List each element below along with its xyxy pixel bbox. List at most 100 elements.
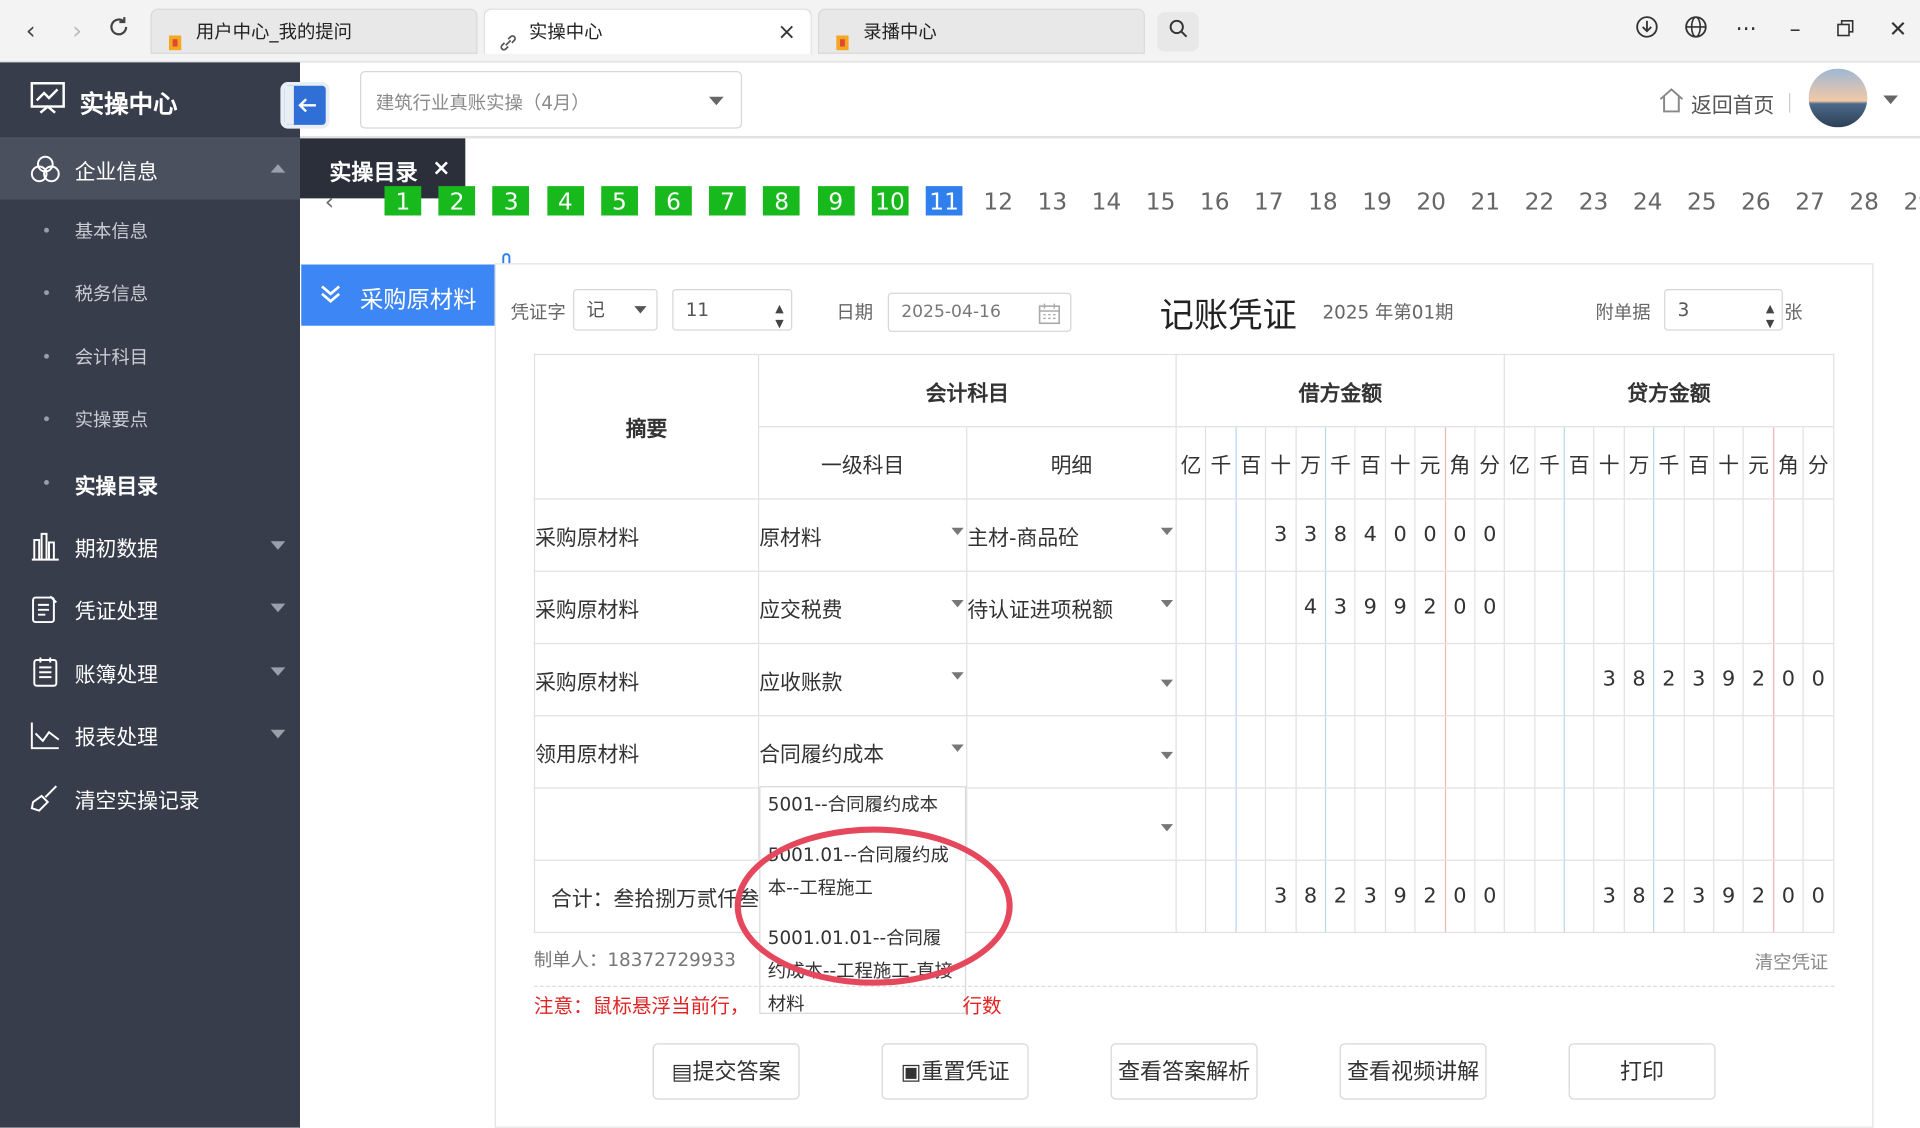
spin-down-icon[interactable]: ▼ [775, 305, 783, 344]
course-select[interactable]: 建筑行业真账实操（4月） [360, 71, 743, 129]
question-number-15[interactable]: 15 [1142, 186, 1179, 216]
close-window-icon[interactable]: ✕ [1882, 15, 1914, 47]
globe-icon[interactable] [1680, 15, 1712, 47]
sidebar-item-company-info[interactable]: 企业信息 [0, 137, 301, 200]
download-icon[interactable] [1631, 15, 1663, 47]
minimize-icon[interactable]: – [1779, 15, 1811, 47]
close-icon[interactable]: × [432, 156, 450, 182]
prev-page-icon[interactable]: ‹ [317, 186, 341, 216]
account-select[interactable]: 原材料 [757, 498, 968, 572]
back-icon[interactable]: ‹ [15, 15, 47, 47]
question-number-8[interactable]: 8 [763, 186, 801, 216]
clear-voucher-link[interactable]: 清空凭证 [1755, 949, 1828, 975]
account-select[interactable]: 应交税费 [757, 570, 968, 645]
question-number-18[interactable]: 18 [1305, 186, 1342, 216]
browser-tab-recording[interactable]: 录播中心 [817, 8, 1145, 54]
question-number-28[interactable]: 28 [1846, 186, 1883, 216]
question-number-1[interactable]: 1 [384, 186, 422, 216]
summary-cell[interactable]: 领用原材料 [533, 715, 760, 789]
question-number-10[interactable]: 10 [871, 186, 909, 216]
detail-select[interactable] [966, 787, 1177, 861]
question-number-21[interactable]: 21 [1467, 186, 1504, 216]
question-number-11[interactable]: 11 [925, 186, 963, 216]
close-tab-icon[interactable]: × [777, 10, 795, 54]
reset-voucher-button[interactable]: ▣重置凭证 [881, 1043, 1029, 1100]
question-number-25[interactable]: 25 [1683, 186, 1720, 216]
question-number-7[interactable]: 7 [709, 186, 746, 216]
attachments-input[interactable]: 3 ▲ ▼ [1664, 288, 1783, 331]
voucher-row[interactable]: 采购原材料 原材料 主材-商品砼 3 3 8 4 0 0 0 0 [533, 498, 1834, 572]
home-link[interactable]: 返回首页 [1691, 88, 1774, 118]
question-number-12[interactable]: 12 [980, 186, 1017, 216]
print-button[interactable]: 打印 [1568, 1043, 1716, 1100]
detail-select[interactable]: 主材-商品砼 [966, 498, 1177, 572]
sidebar-item-reports[interactable]: 报表处理 [0, 703, 300, 765]
question-number-17[interactable]: 17 [1250, 186, 1287, 216]
account-option[interactable]: 5001--合同履约成本 [760, 787, 964, 824]
sidebar-item-clear-records[interactable]: 清空实操记录 [0, 767, 300, 829]
sidebar-item-ledgers[interactable]: 账簿处理 [0, 640, 300, 702]
question-number-26[interactable]: 26 [1738, 186, 1775, 216]
browser-tab-questions[interactable]: 用户中心_我的提问 [150, 8, 478, 54]
question-number-20[interactable]: 20 [1413, 186, 1450, 216]
question-number-6[interactable]: 6 [655, 186, 692, 216]
sidebar-collapse-button[interactable] [280, 82, 330, 129]
submit-answer-button[interactable]: ▤提交答案 [652, 1043, 800, 1100]
question-number-4[interactable]: 4 [546, 186, 584, 216]
more-icon[interactable]: ··· [1730, 15, 1762, 47]
view-analysis-button[interactable]: 查看答案解析 [1110, 1043, 1258, 1100]
forward-icon[interactable]: › [61, 15, 93, 47]
voucher-number-input[interactable]: 11 ▲ ▼ [672, 288, 793, 331]
date-input[interactable]: 2025-04-16 [887, 292, 1072, 332]
chevron-down-icon[interactable] [1883, 95, 1898, 105]
question-number-14[interactable]: 14 [1088, 186, 1125, 216]
voucher-word-select[interactable]: 记 [573, 288, 658, 331]
calendar-icon[interactable] [1038, 301, 1060, 338]
restore-icon[interactable] [1829, 15, 1861, 47]
question-number-27[interactable]: 27 [1792, 186, 1829, 216]
debit-digit: 0 [1474, 498, 1506, 572]
question-number-2[interactable]: 2 [438, 186, 476, 216]
question-number-13[interactable]: 13 [1034, 186, 1071, 216]
detail-select[interactable]: 待认证进项税额 [966, 570, 1177, 645]
search-tabs-icon[interactable] [1157, 12, 1199, 52]
voucher-row[interactable]: 领用原材料 合同履约成本 [533, 715, 1834, 789]
voucher-row[interactable]: 采购原材料 应收账款 3 8 2 3 9 2 0 0 [533, 642, 1834, 717]
voucher-row[interactable]: 采购原材料 应交税费 待认证进项税额 4 3 9 9 2 0 0 [533, 570, 1834, 645]
view-video-button[interactable]: 查看视频讲解 [1339, 1043, 1487, 1100]
sidebar-item-opening-data[interactable]: 期初数据 [0, 514, 300, 576]
sidebar-item-vouchers[interactable]: 凭证处理 [0, 577, 300, 639]
question-number-22[interactable]: 22 [1521, 186, 1558, 216]
sidebar-subitem-basic-info[interactable]: 基本信息 [0, 200, 300, 262]
question-number-5[interactable]: 5 [600, 186, 638, 216]
category-card[interactable]: 采购原材料 [301, 264, 495, 326]
sidebar-subitem-accounts[interactable]: 会计科目 [0, 326, 300, 388]
voucher-row[interactable] [533, 787, 1834, 861]
reload-icon[interactable] [103, 15, 135, 47]
sidebar-subitem-catalog[interactable]: 实操目录 [0, 452, 300, 514]
summary-cell[interactable]: 采购原材料 [533, 570, 760, 645]
account-select[interactable]: 应收账款 [757, 642, 968, 717]
sidebar-subitem-tax-info[interactable]: 税务信息 [0, 262, 300, 324]
question-number-3[interactable]: 3 [492, 186, 530, 216]
summary-cell[interactable]: 采购原材料 [533, 498, 760, 572]
avatar[interactable] [1808, 68, 1868, 128]
question-number-16[interactable]: 16 [1196, 186, 1233, 216]
account-select[interactable]: 合同履约成本 [757, 715, 968, 789]
question-number-23[interactable]: 23 [1575, 186, 1612, 216]
question-number-19[interactable]: 19 [1359, 186, 1396, 216]
total-credit-digit: 3 [1683, 859, 1715, 934]
question-number-24[interactable]: 24 [1629, 186, 1666, 216]
detail-select[interactable] [966, 642, 1177, 717]
spin-down-icon[interactable]: ▼ [1766, 305, 1774, 344]
credit-digit [1504, 642, 1536, 717]
question-number-29[interactable]: 29 [1900, 186, 1920, 216]
sidebar-subitem-key-points[interactable]: 实操要点 [0, 388, 300, 450]
detail-select[interactable] [966, 715, 1177, 789]
summary-cell[interactable] [533, 787, 760, 861]
debit-digit [1205, 570, 1237, 645]
browser-tab-practice[interactable]: 实操中心 × [483, 8, 812, 54]
summary-cell[interactable]: 采购原材料 [533, 642, 760, 717]
question-number-9[interactable]: 9 [817, 186, 855, 216]
home-icon[interactable] [1657, 86, 1686, 115]
